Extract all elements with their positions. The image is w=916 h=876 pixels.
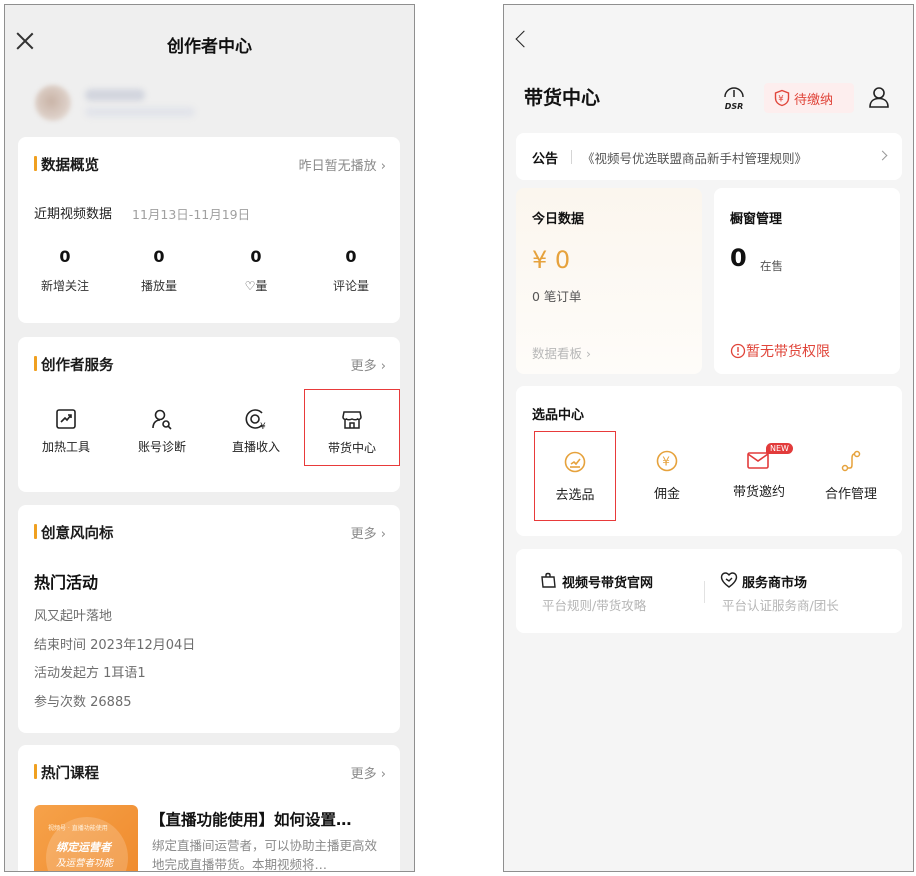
commission-button[interactable]: ¥ 佣金 [626,431,708,521]
on-sale-count: 0 [730,244,747,272]
section-accent-bar [34,764,37,779]
range-label: 近期视频数据 [34,207,113,222]
activity-name: 风又起叶落地 [34,609,113,624]
alert-circle-icon [730,343,746,359]
svg-text:¥: ¥ [260,422,266,430]
stat-new-follows[interactable]: 0 新增关注 [20,247,110,294]
profile-name-blurred [85,89,145,101]
course-description: 绑定直播间运营者，可以协助主播更高效地完成直播带货。本期视频将… [152,838,378,872]
no-permission-warning[interactable]: 暂无带货权限 [730,341,830,361]
showcase-label: 橱窗管理 [730,212,783,227]
sales-center-screen: 带货中心 DSR ¥ 待缴纳 公告 《视频号优选联盟商品新手村管理规则》 今日数… [503,4,914,872]
date-range: 11月13日-11月19日 [132,207,251,222]
trend-chart-icon [56,409,76,429]
section-accent-bar [34,356,37,371]
shield-yuan-icon: ¥ [774,89,790,107]
announcement-bar[interactable]: 公告 《视频号优选联盟商品新手村管理规则》 [516,133,902,180]
chevron-right-icon [877,150,888,161]
svg-text:¥: ¥ [662,455,670,469]
sales-invitation-button[interactable]: NEW 带货邀约 [718,431,800,521]
activity-organizer: 活动发起方 1耳语1 [34,666,146,681]
dsr-button[interactable]: DSR [722,83,746,113]
course-title[interactable]: 【直播功能使用】如何设置… [150,808,352,830]
hot-courses-card: 热门课程 更多 › 视频号 · 直播功能使用 绑定运营者 及运营者功能 【直播功… [18,745,400,872]
more-link[interactable]: 更多 › [351,763,386,782]
select-products-icon [564,451,586,473]
section-title: 数据概览 [41,158,99,174]
yuan-coin-icon: ¥ [656,450,678,472]
route-icon [841,450,861,472]
live-income-button[interactable]: ¥ 直播收入 [208,389,304,466]
showcase-management-card[interactable]: 橱窗管理 0 在售 暂无带货权限 [714,188,900,374]
quick-links-card: 视频号带货官网 平台规则/带货攻略 服务商市场 平台认证服务商/团长 [516,549,902,633]
gauge-icon [724,87,744,98]
page-title: 创作者中心 [167,37,252,57]
official-site-link[interactable]: 视频号带货官网 平台规则/带货攻略 [536,569,696,615]
account-diagnosis-button[interactable]: 账号诊断 [114,389,210,466]
profile-sub-blurred [85,107,195,117]
selection-center-label: 选品中心 [532,408,585,423]
stat-comments[interactable]: 0 评论量 [306,247,396,294]
creator-services-card: 创作者服务 更多 › 加热工具 账号诊断 ¥ 直播收入 带货中心 [18,337,400,492]
data-board-link[interactable]: 数据看板 › [532,343,591,362]
stat-plays[interactable]: 0 播放量 [114,247,204,294]
more-link[interactable]: 更多 › [351,523,386,542]
pending-payment-button[interactable]: ¥ 待缴纳 [764,83,854,113]
new-badge: NEW [766,443,793,454]
today-data-card[interactable]: 今日数据 ¥ 0 0 笔订单 数据看板 › [516,188,702,374]
today-amount: ¥ 0 [532,246,571,274]
creator-center-screen: 创作者中心 数据概览 昨日暂无播放 › 近期视频数据 11月13日-11月19日… [4,4,415,872]
section-accent-bar [34,156,37,171]
creative-trends-card: 创意风向标 更多 › 热门活动 风又起叶落地 结束时间 2023年12月04日 … [18,505,400,733]
on-sale-unit: 在售 [760,259,783,273]
announcement-tag: 公告 [532,152,559,167]
page-title: 带货中心 [524,87,601,109]
live-yuan-icon: ¥ [245,409,266,430]
sales-center-button[interactable]: 带货中心 [304,389,400,466]
section-title: 热门课程 [41,766,99,782]
activity-participants: 参与次数 26885 [34,695,132,710]
data-overview-card: 数据概览 昨日暂无播放 › 近期视频数据 11月13日-11月19日 0 新增关… [18,137,400,323]
top-bar: 创作者中心 [5,5,414,77]
section-accent-bar [34,524,37,539]
hot-activity-title[interactable]: 热门活动 [34,569,98,593]
profile-summary[interactable] [15,79,195,129]
today-data-label: 今日数据 [532,212,585,227]
yesterday-status-link[interactable]: 昨日暂无播放 › [299,155,386,174]
back-icon[interactable] [515,30,533,48]
user-icon[interactable] [867,85,891,109]
activity-end-date: 结束时间 2023年12月04日 [34,638,196,653]
more-link[interactable]: 更多 › [351,355,386,374]
avatar [35,85,71,121]
announcement-text: 《视频号优选联盟商品新手村管理规则》 [582,151,808,166]
storefront-icon [342,411,362,429]
svg-text:¥: ¥ [778,95,784,105]
user-search-icon [152,409,172,430]
cooperation-management-button[interactable]: 合作管理 [810,431,892,521]
stat-likes[interactable]: 0 ♡量 [211,247,301,294]
course-thumbnail[interactable]: 视频号 · 直播功能使用 绑定运营者 及运营者功能 [34,805,138,871]
store-bag-icon [541,572,556,588]
today-orders: 0 笔订单 [532,289,582,304]
heart-handshake-icon [720,572,738,588]
service-market-link[interactable]: 服务商市场 平台认证服务商/团长 [716,569,896,615]
section-title: 创意风向标 [41,526,114,542]
boost-tool-button[interactable]: 加热工具 [18,389,114,466]
section-title: 创作者服务 [41,358,114,374]
go-select-products-button[interactable]: 去选品 [534,431,616,521]
product-selection-card: 选品中心 去选品 ¥ 佣金 NEW 带货邀约 合作管理 [516,386,902,536]
